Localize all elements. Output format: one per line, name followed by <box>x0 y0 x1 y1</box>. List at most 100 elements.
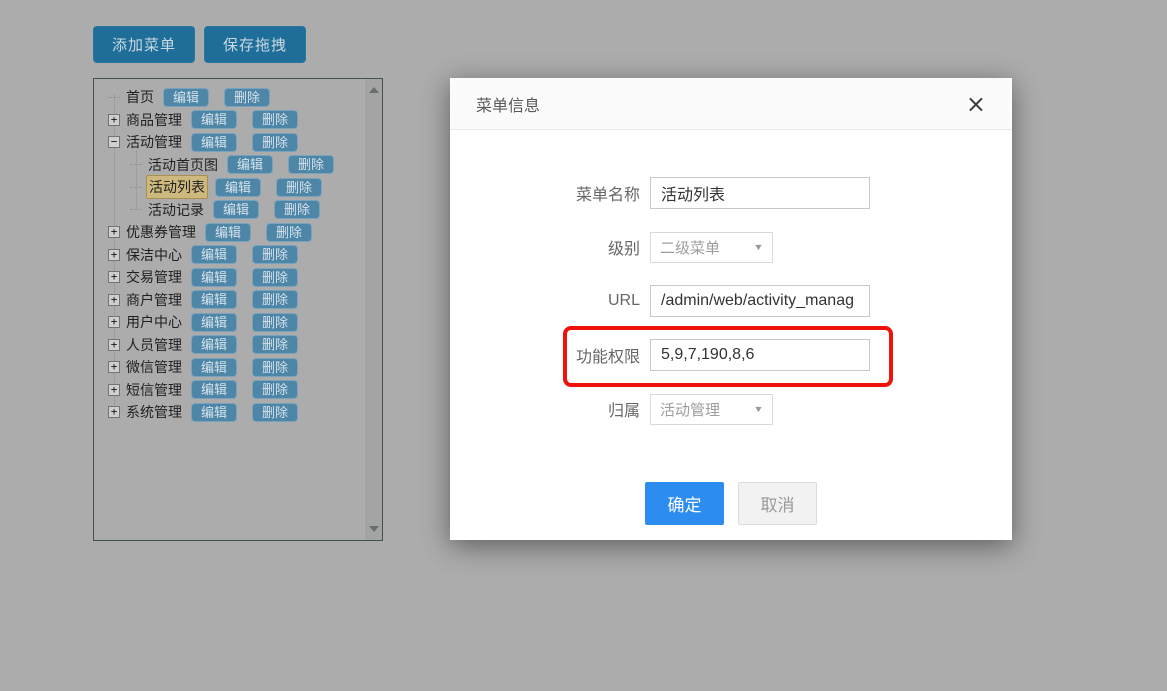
edit-button[interactable]: 编辑 <box>191 380 237 399</box>
level-label: 级别 <box>450 235 650 259</box>
delete-button[interactable]: 删除 <box>224 88 270 107</box>
tree-node-activity-list-selected[interactable]: 活动列表 <box>146 175 208 199</box>
edit-button[interactable]: 编辑 <box>191 133 237 152</box>
edit-button[interactable]: 编辑 <box>163 88 209 107</box>
tree-node-cleaning[interactable]: 保洁中心 <box>124 244 184 266</box>
scroll-up-icon[interactable] <box>369 87 379 93</box>
delete-button[interactable]: 删除 <box>252 403 298 422</box>
expand-plus-icon[interactable] <box>108 271 120 283</box>
delete-button[interactable]: 删除 <box>252 380 298 399</box>
dialog-title: 菜单信息 <box>476 92 540 116</box>
tree-row-activity: 活动管理 编辑 删除 <box>94 131 382 154</box>
tree-node-merchant[interactable]: 商户管理 <box>124 289 184 311</box>
level-select[interactable]: 二级菜单 ▼ <box>650 232 773 263</box>
form-row-level: 级别 二级菜单 ▼ <box>450 231 1012 263</box>
tree-row-coupon: 优惠券管理 编辑 删除 <box>94 221 382 244</box>
delete-button[interactable]: 删除 <box>252 110 298 129</box>
expand-plus-icon[interactable] <box>108 316 120 328</box>
delete-button[interactable]: 删除 <box>252 245 298 264</box>
dropdown-arrow-icon: ▼ <box>753 242 764 252</box>
dialog-header: 菜单信息 × <box>450 78 1012 130</box>
menu-name-label: 菜单名称 <box>450 181 650 205</box>
tree-node-activity-record[interactable]: 活动记录 <box>146 199 206 221</box>
tree-toolbar: 添加菜单 保存拖拽 <box>93 26 306 63</box>
edit-button[interactable]: 编辑 <box>227 155 273 174</box>
delete-button[interactable]: 删除 <box>252 313 298 332</box>
expand-plus-icon[interactable] <box>108 361 120 373</box>
add-menu-button[interactable]: 添加菜单 <box>93 26 195 63</box>
form-row-menu-name: 菜单名称 <box>450 177 1012 209</box>
edit-button[interactable]: 编辑 <box>213 200 259 219</box>
tree-stub-line <box>130 209 142 210</box>
form-row-url: URL <box>450 285 1012 317</box>
edit-button[interactable]: 编辑 <box>191 358 237 377</box>
edit-button[interactable]: 编辑 <box>205 223 251 242</box>
url-input[interactable] <box>650 285 870 317</box>
tree-node-activity[interactable]: 活动管理 <box>124 131 184 153</box>
delete-button[interactable]: 删除 <box>252 133 298 152</box>
menu-tree-panel: 首页 编辑 删除 商品管理 编辑 删除 活动管理 编辑 删除 活动首页图 编辑 … <box>93 78 383 541</box>
tree-node-coupon[interactable]: 优惠券管理 <box>124 221 198 243</box>
edit-button[interactable]: 编辑 <box>191 335 237 354</box>
tree-node-sms[interactable]: 短信管理 <box>124 379 184 401</box>
menu-name-input[interactable] <box>650 177 870 209</box>
delete-button[interactable]: 删除 <box>266 223 312 242</box>
level-select-value: 二级菜单 <box>660 237 720 258</box>
collapse-minus-icon[interactable] <box>108 136 120 148</box>
form-row-parent: 归属 活动管理 ▼ <box>450 393 1012 425</box>
expand-plus-icon[interactable] <box>108 294 120 306</box>
close-icon[interactable]: × <box>966 92 986 116</box>
tree-row-system: 系统管理 编辑 删除 <box>94 401 382 424</box>
tree-node-trade[interactable]: 交易管理 <box>124 266 184 288</box>
expand-plus-icon[interactable] <box>108 406 120 418</box>
expand-plus-icon[interactable] <box>108 384 120 396</box>
delete-button[interactable]: 删除 <box>252 268 298 287</box>
expand-plus-icon[interactable] <box>108 114 120 126</box>
tree-row-goods: 商品管理 编辑 删除 <box>94 109 382 132</box>
tree-stub-line <box>130 187 142 188</box>
delete-button[interactable]: 删除 <box>288 155 334 174</box>
dialog-actions: 确定 取消 <box>450 482 1012 525</box>
edit-button[interactable]: 编辑 <box>215 178 261 197</box>
cancel-button[interactable]: 取消 <box>738 482 817 525</box>
parent-select[interactable]: 活动管理 ▼ <box>650 394 773 425</box>
dropdown-arrow-icon: ▼ <box>753 404 764 414</box>
tree-node-wechat[interactable]: 微信管理 <box>124 356 184 378</box>
delete-button[interactable]: 删除 <box>252 358 298 377</box>
parent-select-value: 活动管理 <box>660 399 720 420</box>
confirm-button[interactable]: 确定 <box>645 482 724 525</box>
delete-button[interactable]: 删除 <box>252 335 298 354</box>
tree-row-user-center: 用户中心 编辑 删除 <box>94 311 382 334</box>
tree-row-cleaning: 保洁中心 编辑 删除 <box>94 244 382 267</box>
permissions-label: 功能权限 <box>450 343 650 367</box>
tree-row-activity-list: 活动列表 编辑 删除 <box>94 176 382 199</box>
tree-node-system[interactable]: 系统管理 <box>124 401 184 423</box>
tree-row-trade: 交易管理 编辑 删除 <box>94 266 382 289</box>
tree-node-staff[interactable]: 人员管理 <box>124 334 184 356</box>
edit-button[interactable]: 编辑 <box>191 403 237 422</box>
tree-row-wechat: 微信管理 编辑 删除 <box>94 356 382 379</box>
scroll-down-icon[interactable] <box>369 526 379 532</box>
permissions-input[interactable] <box>650 339 870 371</box>
delete-button[interactable]: 删除 <box>276 178 322 197</box>
tree-node-goods[interactable]: 商品管理 <box>124 109 184 131</box>
delete-button[interactable]: 删除 <box>274 200 320 219</box>
edit-button[interactable]: 编辑 <box>191 290 237 309</box>
save-drag-button[interactable]: 保存拖拽 <box>204 26 306 63</box>
edit-button[interactable]: 编辑 <box>191 245 237 264</box>
tree-node-home[interactable]: 首页 <box>124 86 156 108</box>
expand-plus-icon[interactable] <box>108 226 120 238</box>
tree-node-user-center[interactable]: 用户中心 <box>124 311 184 333</box>
tree-scrollbar[interactable] <box>365 79 382 540</box>
delete-button[interactable]: 删除 <box>252 290 298 309</box>
edit-button[interactable]: 编辑 <box>191 268 237 287</box>
tree-row-sms: 短信管理 编辑 删除 <box>94 379 382 402</box>
expand-plus-icon[interactable] <box>108 249 120 261</box>
menu-info-dialog: 菜单信息 × 菜单名称 级别 二级菜单 ▼ URL 功能权限 归属 活动 <box>450 78 1012 540</box>
tree-row-activity-record: 活动记录 编辑 删除 <box>94 199 382 222</box>
tree-row-merchant: 商户管理 编辑 删除 <box>94 289 382 312</box>
expand-plus-icon[interactable] <box>108 339 120 351</box>
tree-node-activity-banner[interactable]: 活动首页图 <box>146 154 220 176</box>
edit-button[interactable]: 编辑 <box>191 313 237 332</box>
edit-button[interactable]: 编辑 <box>191 110 237 129</box>
